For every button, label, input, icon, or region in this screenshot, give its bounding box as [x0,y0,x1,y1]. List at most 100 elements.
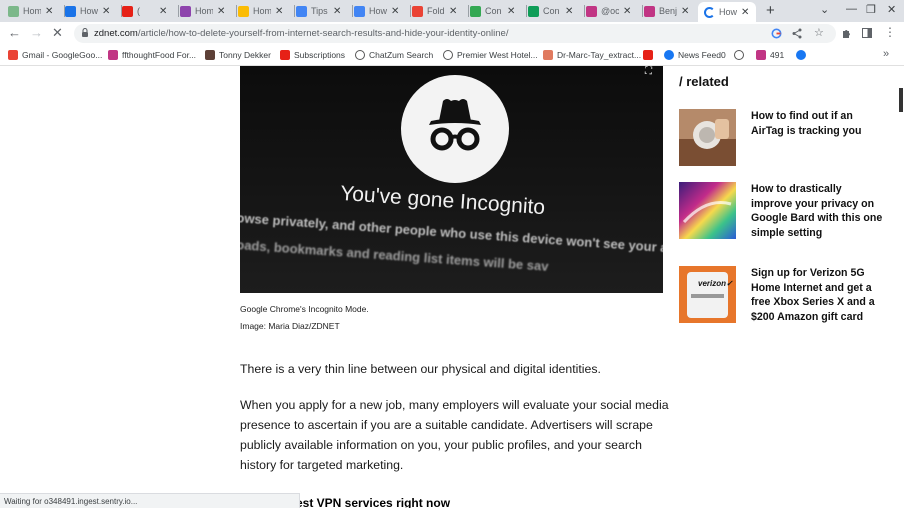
tab[interactable]: How ✕ [354,2,411,20]
restore-icon[interactable]: ❐ [866,3,876,16]
hero-image: You've gone Incognito owse privately, an… [240,66,663,293]
tab[interactable]: (✕ [122,2,179,20]
related-title[interactable]: How to drastically improve your privacy … [751,182,883,240]
tab-title: Con [543,6,560,16]
tab-close-icon[interactable]: ✕ [333,6,341,17]
instagram-icon [586,5,597,17]
tab[interactable]: Hom ✕ [238,2,295,20]
tab-title: Fold [427,6,445,16]
section-subhead[interactable]: est VPN services right now [296,496,450,508]
close-window-icon[interactable]: ✕ [887,3,896,16]
incognito-icon [401,75,509,183]
tab-close-icon[interactable]: ✕ [681,6,689,17]
image-credit: Image: Maria Diaz/ZDNET [240,321,340,331]
facebook-icon [664,50,674,60]
youtube-icon [643,50,653,60]
tab-close-icon[interactable]: ✕ [217,6,225,17]
related-item[interactable]: How to drastically improve your privacy … [679,182,889,240]
bookmark-label: News Feed0 [678,50,726,60]
related-title[interactable]: How to find out if an AirTag is tracking… [751,109,883,138]
extensions-icon[interactable] [841,28,852,39]
article-paragraph: There is a very thin line between our ph… [240,362,601,376]
bookmark-item[interactable]: 491 [756,50,784,60]
browser-menu-icon[interactable]: ⋮ [884,25,896,39]
verizon-logo: verizon✓ [698,279,733,288]
bookmark-item[interactable]: ffthoughtFood For... [108,50,196,60]
bookmark-star-icon[interactable]: ☆ [814,26,824,39]
bookmark-item[interactable]: Subscriptions [280,50,345,60]
bookmark-item[interactable]: Dr-Marc-Tay_extract... [543,50,641,60]
fullscreen-icon[interactable]: ⛶ [645,66,652,77]
ct-icon [65,5,76,17]
back-icon[interactable]: ← [8,25,21,40]
minimize-icon[interactable]: — [846,3,857,15]
tab[interactable]: How ✕ [698,2,756,22]
tab[interactable]: How ✕ [65,2,122,20]
related-title[interactable]: Sign up for Verizon 5G Home Internet and… [751,266,883,324]
forward-icon[interactable]: → [30,25,43,40]
article-paragraph: When you apply for a new job, many emplo… [240,398,669,472]
bookmark-item[interactable]: Premier West Hotel... [443,50,538,60]
tab-close-icon[interactable]: ✕ [391,6,399,17]
related-thumbnail [679,182,736,239]
tab[interactable]: @oc ✕ [586,2,643,20]
related-item[interactable]: How to find out if an AirTag is tracking… [679,109,889,167]
tab-close-icon[interactable]: ✕ [449,6,457,17]
bookmark-item[interactable]: ChatZum Search [355,50,433,60]
tab-title: How [369,6,387,16]
new-tab-button[interactable]: + [766,2,775,19]
tab[interactable]: Tips ✕ [296,2,353,20]
tab-title: Tips [311,6,328,16]
bookmark-label: Tonny Dekker [219,50,271,60]
related-item[interactable]: verizon✓ Sign up for Verizon 5G Home Int… [679,266,889,324]
address-bar[interactable]: zdnet.com/article/how-to-delete-yourself… [74,24,836,43]
bookmark-label: ffthoughtFood For... [122,50,197,60]
bookmark-item[interactable]: Tonny Dekker [205,50,271,60]
related-thumbnail [679,109,736,166]
tab-search-icon[interactable]: ⌄ [820,3,829,16]
share-icon[interactable] [792,28,802,39]
bookmarks-overflow-icon[interactable]: » [883,48,889,60]
tab-close-icon[interactable]: ✕ [275,6,283,17]
tab[interactable]: Con ✕ [470,2,527,20]
bookmark-label: 491 [770,50,785,60]
google-lens-icon[interactable] [771,28,782,39]
site-icon [180,5,191,17]
bookmark-label: Premier West Hotel... [457,50,538,60]
bookmark-item[interactable] [796,50,810,60]
image-caption: Google Chrome's Incognito Mode. [240,304,369,314]
tab[interactable]: Hom ✕ [8,2,65,20]
search-icon [443,50,453,60]
tab-close-icon[interactable]: ✕ [741,7,749,18]
globe-icon [734,50,744,60]
tab[interactable]: Con ✕ [528,2,585,20]
tab-close-icon[interactable]: ✕ [507,6,515,17]
tab-title: ( [137,6,140,16]
tab[interactable]: Hom ✕ [180,2,237,20]
tab-title: @oc [601,6,619,16]
docs-icon [296,5,307,17]
page-content: You've gone Incognito owse privately, an… [0,66,904,508]
tab-title: Hom [195,6,213,16]
tab[interactable]: Fold ✕ [412,2,469,20]
instagram-icon [644,5,655,17]
bookmark-item[interactable] [643,50,657,60]
scrollbar-thumb[interactable] [899,88,903,112]
side-panel-icon[interactable] [862,28,872,38]
instagram-icon [108,50,118,60]
instagram-icon [756,50,766,60]
docs-icon [354,5,365,17]
tab-close-icon[interactable]: ✕ [565,6,573,17]
tab-close-icon[interactable]: ✕ [45,6,53,17]
bookmark-item[interactable] [734,50,748,60]
loading-icon [704,6,715,18]
youtube-icon [122,5,133,17]
tab-close-icon[interactable]: ✕ [102,6,110,17]
tab-close-icon[interactable]: ✕ [159,6,167,17]
tab-close-icon[interactable]: ✕ [623,6,631,17]
bookmark-item[interactable]: Gmail - GoogleGoo... [8,50,102,60]
tab[interactable]: Benj ✕ [644,2,701,20]
drive-icon [238,5,249,17]
bookmark-item[interactable]: News Feed0 [664,50,726,60]
stop-loading-icon[interactable]: ✕ [52,25,63,41]
